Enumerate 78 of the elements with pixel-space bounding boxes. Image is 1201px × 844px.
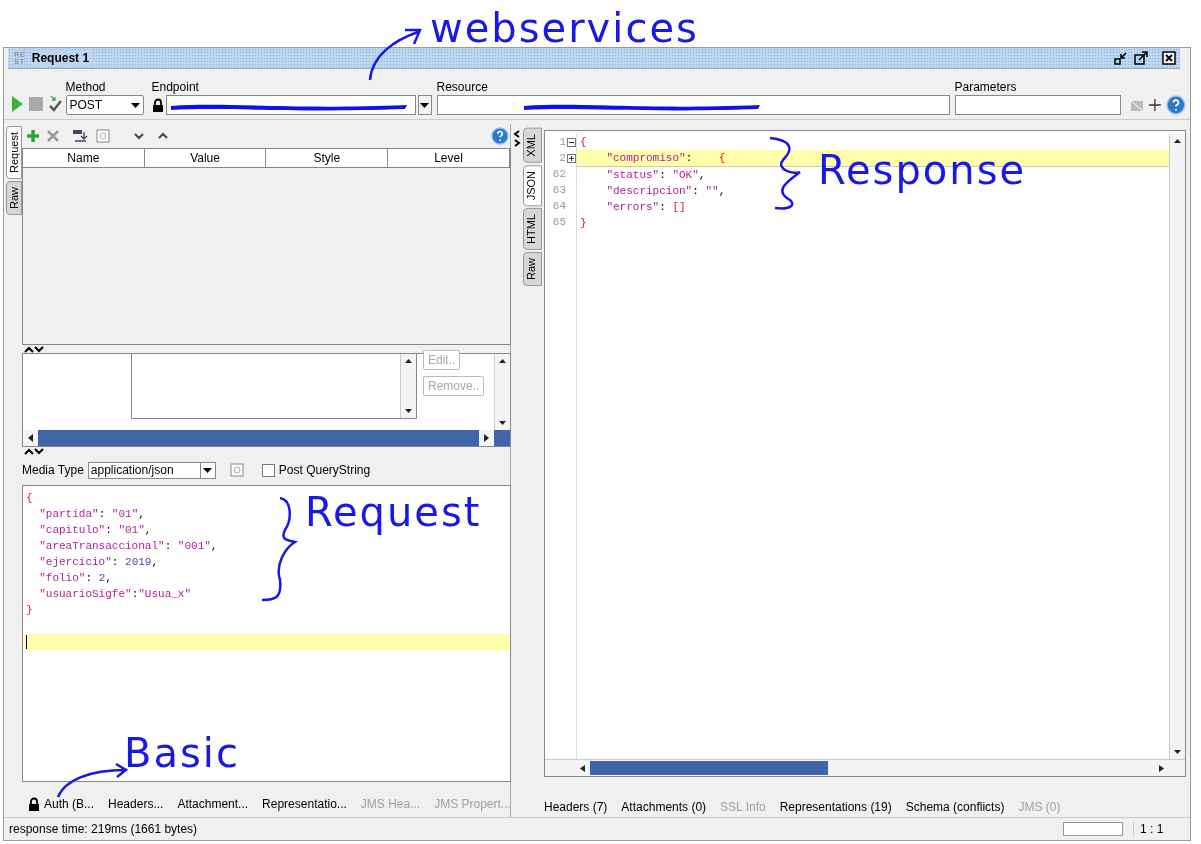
code-line: "status": "OK", (605, 168, 707, 183)
caret-icon (203, 467, 213, 473)
caret-icon (420, 102, 429, 108)
line-number: 63 (552, 184, 566, 196)
parameters-field[interactable] (954, 95, 1121, 115)
code-line: "usuarioSigfe":"Usua_x" (38, 587, 193, 602)
checkbox-label: Post QueryString (278, 463, 371, 477)
lock-icon (28, 797, 40, 811)
side-tab[interactable]: HTML (523, 207, 542, 250)
code-line: "folio": 2, (38, 571, 113, 586)
add-icon[interactable] (26, 129, 40, 143)
code-line: } (25, 603, 34, 618)
collapse-arrows-icon[interactable] (513, 130, 521, 148)
code-line: "errors": [] (605, 200, 687, 215)
scroll-left-icon[interactable] (23, 430, 38, 446)
window-title: Request 1 (31, 51, 94, 65)
side-tab[interactable]: XML (523, 128, 542, 163)
bottom-tab[interactable]: Auth (B... (28, 797, 95, 811)
parameters-label: Parameters (954, 80, 1018, 94)
move-up-icon[interactable] (158, 132, 168, 140)
scroll-right-icon[interactable] (478, 430, 494, 446)
side-tab[interactable]: Raw (6, 181, 22, 215)
cursor-position: 1 : 1 (1133, 822, 1184, 836)
bottom-tab[interactable]: Headers... (108, 797, 164, 811)
status-text: response time: 219ms (1661 bytes) (9, 822, 198, 836)
code-line: } (579, 216, 588, 231)
endpoint-label: Endpoint (151, 80, 200, 94)
add-icon[interactable] (1148, 98, 1163, 112)
endpoint-field[interactable] (165, 95, 416, 115)
progress-box (1063, 822, 1123, 836)
line-number: 65 (552, 216, 566, 228)
splitter-arrows-icon[interactable] (24, 345, 44, 353)
line-number: 62 (552, 168, 566, 180)
endpoint-dropdown[interactable] (417, 95, 432, 115)
expand-icon[interactable] (567, 153, 576, 163)
code-line: { (25, 491, 34, 506)
lock-icon[interactable] (151, 98, 164, 112)
bottom-tab[interactable]: Attachments (0) (621, 800, 707, 815)
arrow-drawing (56, 762, 128, 799)
bottom-tab[interactable]: Representatio... (262, 797, 347, 811)
check-icon[interactable] (47, 95, 62, 113)
close-icon[interactable] (1162, 51, 1176, 65)
bottom-tab[interactable]: Representations (19) (779, 800, 892, 815)
splitter-arrows-icon[interactable] (24, 447, 44, 455)
maximize-icon[interactable] (1134, 51, 1148, 65)
help-icon[interactable] (490, 127, 509, 145)
caret-icon (130, 102, 140, 108)
code-line: "partida": "01", (38, 507, 146, 522)
code-line: "capitulo": "01", (38, 523, 153, 538)
side-tab[interactable]: Request (6, 126, 22, 179)
method-dropdown[interactable]: POST (65, 95, 144, 115)
line-number: 64 (552, 200, 566, 212)
collapse-icon[interactable] (567, 137, 576, 147)
bottom-tab[interactable]: Schema (conflicts) (905, 800, 1005, 815)
checkbox[interactable] (261, 463, 275, 477)
code-line: "descripcion": "", (605, 184, 727, 199)
scrollbar-thumb[interactable] (590, 761, 828, 776)
side-tab[interactable]: Raw (523, 251, 542, 286)
resource-label: Resource (436, 80, 489, 94)
minimize-icon[interactable] (1114, 51, 1128, 65)
media-type-dropdown[interactable]: application/json (87, 461, 216, 479)
code-line: "ejercicio": 2019, (38, 555, 160, 570)
handwritten-note: Basic (124, 733, 240, 773)
line-number: 2 (559, 152, 566, 164)
method-label: Method (65, 80, 107, 94)
code-line: { (579, 135, 588, 150)
bottom-tab[interactable]: Attachment... (177, 797, 249, 811)
handwritten-note: webservices (430, 8, 699, 48)
line-number: 1 (559, 136, 566, 148)
move-down-icon[interactable] (134, 132, 144, 140)
media-type-label: Media Type (22, 463, 84, 477)
bottom-tab[interactable]: Headers (7) (544, 800, 608, 815)
arrow-drawing (368, 28, 422, 82)
resource-field[interactable] (436, 95, 950, 115)
help-icon[interactable] (1166, 95, 1186, 115)
url-parameter-icon[interactable] (72, 129, 90, 143)
code-line: "areaTransaccional": "001", (38, 539, 219, 554)
side-tab[interactable]: JSON (523, 164, 542, 206)
